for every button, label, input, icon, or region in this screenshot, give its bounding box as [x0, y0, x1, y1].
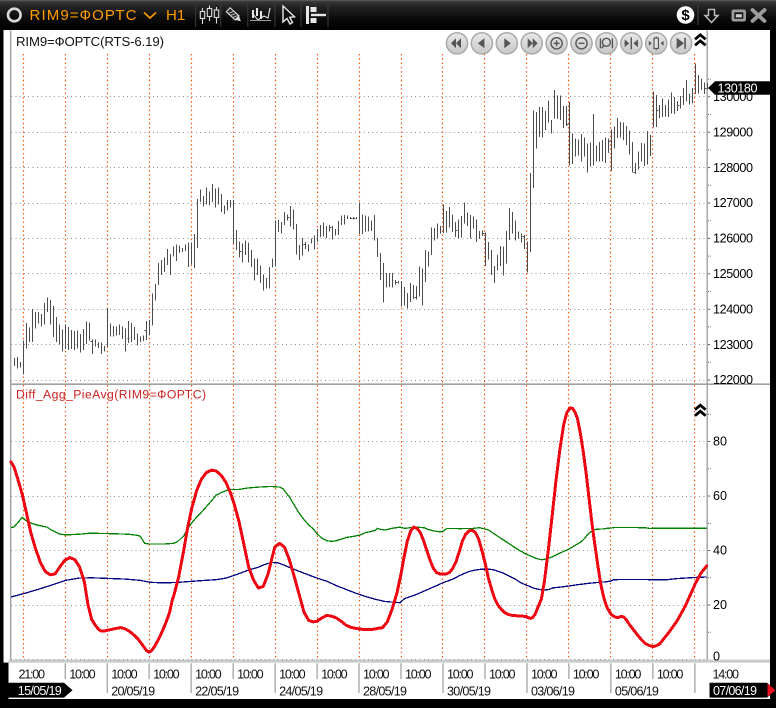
svg-text:10:00: 10:00	[279, 668, 306, 682]
svg-text:03/06/19: 03/06/19	[531, 685, 575, 699]
svg-text:H1: H1	[166, 7, 185, 24]
svg-text:10:00: 10:00	[615, 668, 642, 682]
svg-text:24/05/19: 24/05/19	[279, 685, 323, 699]
svg-text:RIM9=ФОРТС: RIM9=ФОРТС	[30, 7, 137, 24]
svg-text:0: 0	[713, 650, 720, 664]
svg-text:123000: 123000	[713, 338, 753, 352]
svg-text:128000: 128000	[713, 161, 753, 175]
svg-text:129000: 129000	[713, 125, 753, 139]
svg-text:10:00: 10:00	[237, 668, 264, 682]
svg-text:125000: 125000	[713, 267, 753, 281]
svg-text:10:00: 10:00	[69, 668, 96, 682]
svg-text:127000: 127000	[713, 196, 753, 210]
svg-text:28/05/19: 28/05/19	[363, 685, 407, 699]
svg-text:10:00: 10:00	[405, 668, 432, 682]
svg-text:10:00: 10:00	[531, 668, 558, 682]
svg-text:22/05/19: 22/05/19	[195, 685, 239, 699]
svg-text:20: 20	[713, 598, 727, 612]
svg-text:Diff_Agg_PieAvg(RIM9=ФОРТС): Diff_Agg_PieAvg(RIM9=ФОРТС)	[16, 388, 206, 402]
svg-text:10:00: 10:00	[195, 668, 222, 682]
svg-text:RIM9=ФОРТС(RTS-6.19): RIM9=ФОРТС(RTS-6.19)	[16, 34, 164, 49]
svg-text:10:00: 10:00	[153, 668, 180, 682]
svg-text:05/06/19: 05/06/19	[615, 685, 659, 699]
svg-text:80: 80	[713, 435, 727, 449]
svg-text:126000: 126000	[713, 232, 753, 246]
svg-text:10:00: 10:00	[363, 668, 390, 682]
svg-text:$: $	[681, 7, 690, 24]
svg-text:15/05/19: 15/05/19	[18, 684, 62, 698]
svg-text:122000: 122000	[713, 373, 753, 387]
svg-text:14:00: 14:00	[713, 668, 740, 682]
svg-text:10:00: 10:00	[447, 668, 474, 682]
svg-text:20/05/19: 20/05/19	[111, 685, 155, 699]
svg-text:40: 40	[713, 544, 727, 558]
svg-text:10:00: 10:00	[111, 668, 138, 682]
svg-text:124000: 124000	[713, 302, 753, 316]
svg-text:21:00: 21:00	[19, 668, 46, 682]
svg-text:10:00: 10:00	[321, 668, 348, 682]
svg-text:30/05/19: 30/05/19	[447, 685, 491, 699]
svg-text:10:00: 10:00	[573, 668, 600, 682]
svg-text:07/06/19: 07/06/19	[713, 684, 757, 698]
svg-text:130180: 130180	[718, 82, 758, 96]
svg-text:60: 60	[713, 489, 727, 503]
svg-text:10:00: 10:00	[489, 668, 516, 682]
svg-text:10:00: 10:00	[657, 668, 684, 682]
